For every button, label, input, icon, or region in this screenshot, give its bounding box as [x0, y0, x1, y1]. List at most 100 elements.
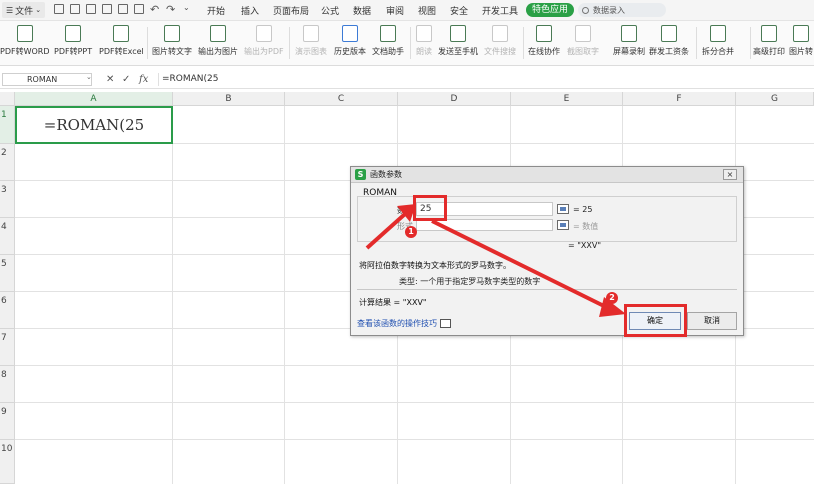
advanced-print-button[interactable]: 高级打印 [753, 25, 785, 57]
button-label: 屏幕录制 [613, 47, 645, 56]
column-header-g[interactable]: G [736, 92, 814, 106]
search-box[interactable]: 数据录入 [578, 3, 666, 17]
column-header-b[interactable]: B [173, 92, 285, 106]
file-menu-button[interactable]: ☰ 文件 ⌄ [2, 2, 46, 18]
tab-page-layout[interactable]: 页面布局 [273, 4, 309, 17]
tab-review[interactable]: 审阅 [386, 4, 404, 17]
tab-formulas[interactable]: 公式 [321, 4, 339, 17]
step-badge-1: 1 [405, 226, 417, 238]
export-pdf-button[interactable]: 输出为PDF [244, 25, 284, 57]
tab-developer[interactable]: 开发工具 [482, 4, 518, 17]
formula-input[interactable]: =ROMAN(25 [158, 73, 812, 86]
image-icon [210, 25, 226, 42]
name-box[interactable]: ROMAN [2, 73, 92, 86]
fx-icon[interactable]: fx [139, 74, 148, 85]
split-merge-button[interactable]: 拆分合并 [702, 25, 734, 57]
file-search-icon [492, 25, 508, 42]
tab-security[interactable]: 安全 [450, 4, 468, 17]
calc-result: 计算结果 = "XXV" [359, 298, 427, 307]
dialog-title: 函数参数 [370, 170, 402, 179]
highlight-box-ok [624, 304, 687, 337]
ribbon-separator [696, 27, 697, 59]
range-select-icon[interactable] [557, 204, 569, 214]
button-label: 高级打印 [753, 47, 785, 56]
button-label: 图片转 [789, 47, 813, 56]
pdf-to-excel-button[interactable]: PDF转Excel [99, 25, 144, 57]
row-header-2[interactable]: 2 [0, 144, 15, 181]
screenshot-ocr-button[interactable]: 截图取字 [567, 25, 599, 57]
file-search-button[interactable]: 文件搜搜 [484, 25, 516, 57]
row-header-7[interactable]: 7 [0, 329, 15, 366]
save-icon[interactable] [86, 4, 96, 14]
column-header-a[interactable]: A [15, 92, 173, 106]
formula-bar: ROMAN ⌄ ✕ ✓ fx =ROMAN(25 [0, 72, 814, 89]
undo-icon[interactable]: ↶ [150, 3, 159, 16]
export-image-button[interactable]: 输出为图片 [198, 25, 238, 57]
phone-icon [450, 25, 466, 42]
button-label: 群发工资条 [649, 47, 689, 56]
tab-home[interactable]: 开始 [207, 4, 225, 17]
row-header-9[interactable]: 9 [0, 403, 15, 440]
dialog-titlebar[interactable]: S 函数参数 × [351, 167, 743, 183]
history-button[interactable]: 历史版本 [334, 25, 366, 57]
search-placeholder: 数据录入 [593, 5, 625, 15]
close-icon[interactable]: × [723, 169, 737, 180]
cell-a1[interactable]: =ROMAN(25 [15, 106, 173, 144]
column-header-c[interactable]: C [285, 92, 398, 106]
format-painter-icon[interactable] [134, 4, 144, 14]
button-label: 图片转文字 [152, 47, 192, 56]
pdf-to-ppt-button[interactable]: PDF转PPT [54, 25, 92, 57]
function-description: 将阿拉伯数字转换为文本形式的罗马数字。 [359, 261, 511, 270]
pdf-word-icon [16, 25, 33, 42]
collab-icon [536, 25, 552, 42]
range-select-icon[interactable] [557, 220, 569, 230]
row-header-4[interactable]: 4 [0, 218, 15, 255]
ribbon-separator [147, 27, 148, 59]
chevron-down-icon[interactable]: ⌄ [183, 3, 190, 12]
column-header-e[interactable]: E [511, 92, 623, 106]
send-to-phone-button[interactable]: 发送至手机 [438, 25, 478, 57]
pdf-to-word-button[interactable]: PDF转WORD [0, 25, 50, 57]
image-convert-icon [793, 25, 809, 42]
grid-line [15, 402, 814, 403]
redo-icon[interactable]: ↷ [166, 3, 175, 16]
image-to-text-button[interactable]: 图片转文字 [152, 25, 192, 57]
tab-data[interactable]: 数据 [353, 4, 371, 17]
row-header-8[interactable]: 8 [0, 366, 15, 403]
menu-icon: ☰ [6, 5, 14, 15]
video-icon[interactable] [440, 319, 451, 328]
grid-line [15, 365, 814, 366]
row-header-3[interactable]: 3 [0, 181, 15, 218]
tab-special-apps[interactable]: 特色应用 [526, 3, 575, 17]
new-doc-icon[interactable] [54, 4, 64, 14]
demo-chart-button[interactable]: 演示图表 [295, 25, 327, 57]
payslip-button[interactable]: 群发工资条 [649, 25, 689, 57]
chevron-down-icon: ⌄ [35, 6, 42, 14]
cancel-button[interactable]: 取消 [687, 312, 737, 330]
row-header-1[interactable]: 1 [0, 106, 15, 144]
cancel-icon[interactable]: ✕ [106, 74, 114, 85]
screen-record-button[interactable]: 屏幕录制 [613, 25, 645, 57]
column-header-d[interactable]: D [398, 92, 511, 106]
doc-assistant-button[interactable]: 文档助手 [372, 25, 404, 57]
pdf-ppt-icon [65, 25, 82, 42]
tab-view[interactable]: 视图 [418, 4, 436, 17]
row-header-10[interactable]: 10 [0, 440, 15, 484]
row-header-6[interactable]: 6 [0, 292, 15, 329]
tab-insert[interactable]: 插入 [241, 4, 259, 17]
open-folder-icon[interactable] [70, 4, 80, 14]
row-header-5[interactable]: 5 [0, 255, 15, 292]
print-preview-icon[interactable] [118, 4, 128, 14]
ribbon-separator [750, 27, 751, 59]
button-label: PDF转PPT [54, 47, 93, 56]
chevron-down-icon[interactable]: ⌄ [86, 73, 92, 81]
button-label: 历史版本 [334, 47, 366, 56]
read-aloud-button[interactable]: 朗读 [416, 25, 432, 57]
image-convert-button[interactable]: 图片转 [789, 25, 813, 57]
print-icon[interactable] [102, 4, 112, 14]
online-collab-button[interactable]: 在线协作 [528, 25, 560, 57]
select-all-corner[interactable] [0, 92, 15, 106]
help-link[interactable]: 查看该函数的操作技巧 [357, 318, 437, 329]
column-header-f[interactable]: F [623, 92, 736, 106]
confirm-icon[interactable]: ✓ [122, 74, 130, 85]
